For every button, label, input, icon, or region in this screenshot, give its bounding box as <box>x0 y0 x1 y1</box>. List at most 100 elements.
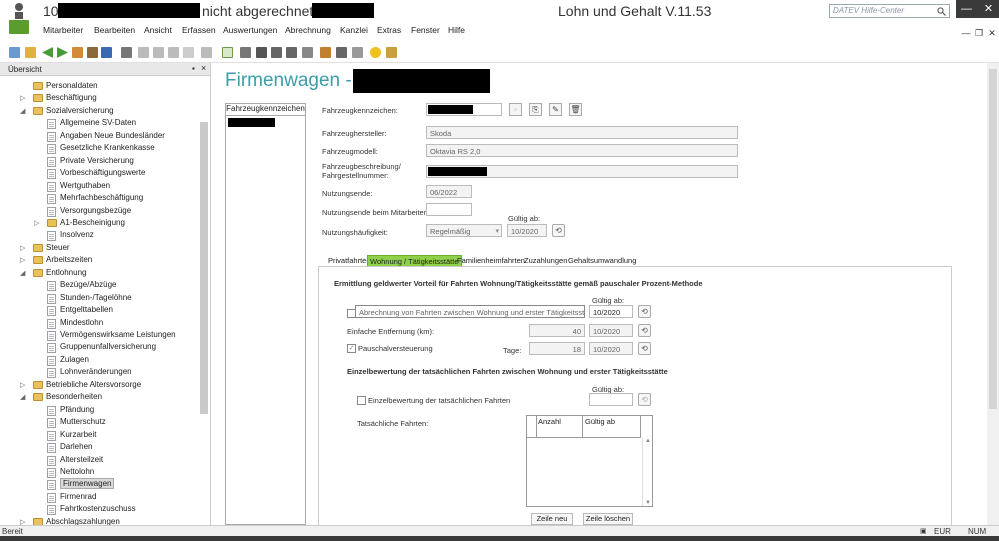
sidebar-item[interactable]: Pfändung <box>0 404 198 416</box>
sidebar-item[interactable]: Lohnveränderungen <box>0 366 198 378</box>
menu-extras[interactable]: Extras <box>377 25 401 35</box>
report-icon[interactable] <box>336 47 347 58</box>
sidebar-scrollbar[interactable] <box>200 122 208 414</box>
sidebar-item[interactable]: Bezüge/Abzüge <box>0 279 198 291</box>
collapse-icon[interactable]: ◢ <box>20 269 25 277</box>
sidebar-item[interactable]: ◢ Sozialversicherung <box>0 105 198 117</box>
redacted-list-item[interactable] <box>228 118 275 127</box>
menu-hilfe[interactable]: Hilfe <box>448 25 465 35</box>
abrechnung-label[interactable]: Abrechnung von Fahrten zwischen Wohnung … <box>355 305 585 318</box>
sidebar-item[interactable]: Kurzarbeit <box>0 429 198 441</box>
haeufigkeit-select[interactable]: Regelmäßig ▾ <box>426 224 502 237</box>
sidebar-item[interactable]: ▷ Arbeitszeiten <box>0 254 198 266</box>
sidebar-item[interactable]: ◢ Entlohnung <box>0 267 198 279</box>
einzel-checkbox[interactable] <box>357 396 366 405</box>
grid-header-anzahl[interactable]: Anzahl <box>537 416 583 438</box>
entfernung-date-field[interactable]: 10/2020 <box>589 324 633 337</box>
collapse-icon[interactable]: ◢ <box>20 107 25 115</box>
folder-icon[interactable] <box>87 47 98 58</box>
collapse-icon[interactable]: ◢ <box>20 393 25 401</box>
sidebar-item[interactable]: Mehrfachbeschäftigung <box>0 192 198 204</box>
menu-auswertungen[interactable]: Auswertungen <box>223 25 277 35</box>
history-icon[interactable]: ⟲ <box>638 393 651 406</box>
sidebar-item[interactable]: Personaldaten <box>0 80 198 92</box>
sidebar-item[interactable]: Firmenrad <box>0 491 198 503</box>
sidebar-item[interactable]: Zulagen <box>0 354 198 366</box>
lightbulb-icon[interactable] <box>370 47 381 58</box>
sidebar-item[interactable]: Gruppenunfallversicherung <box>0 341 198 353</box>
zeile-neu-button[interactable]: Zeile neu <box>531 513 573 525</box>
sidebar-item[interactable]: Darlehen <box>0 441 198 453</box>
save-icon[interactable] <box>101 47 112 58</box>
tage-field[interactable]: 18 <box>529 342 585 355</box>
info-icon[interactable] <box>386 47 397 58</box>
sidebar-item[interactable]: Gesetzliche Krankenkasse <box>0 142 198 154</box>
minimize-icon[interactable]: — <box>956 0 977 18</box>
edit-icon[interactable] <box>271 47 282 58</box>
history-icon[interactable]: ⟲ <box>638 305 651 318</box>
vehicle-list[interactable] <box>225 103 306 525</box>
forward-icon[interactable] <box>57 47 68 58</box>
mdi-restore-button[interactable]: ❐ <box>973 27 985 39</box>
nutzungsende-ma-field[interactable] <box>426 203 472 216</box>
history-icon[interactable]: ⟲ <box>552 224 565 237</box>
einzel-date-field[interactable] <box>589 393 633 406</box>
expand-icon[interactable]: ▷ <box>20 94 25 102</box>
menu-fenster[interactable]: Fenster <box>411 25 440 35</box>
sidebar-item[interactable]: ▷ Betriebliche Altersvorsorge <box>0 379 198 391</box>
sidebar-item[interactable]: Versorgungsbezüge <box>0 205 198 217</box>
grid-icon[interactable] <box>302 47 313 58</box>
sidebar-item[interactable]: Insolvenz <box>0 229 198 241</box>
zeile-loeschen-button[interactable]: Zeile löschen <box>583 513 633 525</box>
document-icon[interactable] <box>320 47 331 58</box>
sidebar-item[interactable]: ◢ Besonderheiten <box>0 391 198 403</box>
copy-icon[interactable] <box>168 47 179 58</box>
sidebar-item[interactable]: Altersteilzeit <box>0 454 198 466</box>
fahrten-grid[interactable]: Anzahl Gültig ab ▲ ▼ <box>526 415 653 507</box>
paste-icon[interactable] <box>183 47 194 58</box>
menu-bearbeiten[interactable]: Bearbeiten <box>94 25 135 35</box>
grid-scrollbar[interactable]: ▲ ▼ <box>642 438 652 506</box>
delete-icon[interactable] <box>201 47 212 58</box>
sidebar-item[interactable]: Mutterschutz <box>0 416 198 428</box>
sidebar-item[interactable]: Angaben Neue Bundesländer <box>0 130 198 142</box>
print-icon[interactable] <box>121 47 132 58</box>
delete-vehicle-icon[interactable]: 🗑 <box>569 103 582 116</box>
undo-icon[interactable] <box>138 47 149 58</box>
filter-icon[interactable] <box>256 47 267 58</box>
history-icon[interactable]: ⟲ <box>638 342 651 355</box>
dropdown-arrow-icon[interactable]: ▾ <box>495 227 499 235</box>
menu-kanzlei[interactable]: Kanzlei <box>340 25 368 35</box>
menu-abrechnung[interactable]: Abrechnung <box>285 25 331 35</box>
person-icon[interactable] <box>72 47 83 58</box>
sidebar-item[interactable]: Fahrtkostenzuschuss <box>0 503 198 515</box>
haeufigkeit-gueltig-field[interactable]: 10/2020 <box>507 224 547 237</box>
history-icon[interactable]: ⟲ <box>638 324 651 337</box>
pauschal-checkbox[interactable]: ✓ <box>347 344 356 353</box>
tage-date-field[interactable]: 10/2020 <box>589 342 633 355</box>
menu-ansicht[interactable]: Ansicht <box>144 25 172 35</box>
sidebar-item[interactable]: Allgemeine SV-Daten <box>0 117 198 129</box>
sidebar-item[interactable]: Private Versicherung <box>0 155 198 167</box>
close-panel-icon[interactable]: × <box>201 63 206 73</box>
sidebar-item[interactable]: ▷ Steuer <box>0 242 198 254</box>
new-vehicle-icon[interactable]: ⎘ <box>529 103 542 116</box>
sidebar-item[interactable]: Stunden-/Tagelöhne <box>0 292 198 304</box>
expand-icon[interactable]: ▷ <box>20 244 25 252</box>
search-icon[interactable] <box>937 7 946 16</box>
new-icon[interactable] <box>9 47 20 58</box>
sort-icon[interactable] <box>286 47 297 58</box>
sidebar-item[interactable]: Mindestlohn <box>0 317 198 329</box>
sidebar-item[interactable]: Vermögenswirksame Leistungen <box>0 329 198 341</box>
menu-erfassen[interactable]: Erfassen <box>182 25 216 35</box>
lookup-button[interactable]: ▫ <box>509 103 522 116</box>
mdi-minimize-button[interactable]: — <box>960 27 972 39</box>
cut-icon[interactable] <box>153 47 164 58</box>
expand-icon[interactable]: ▷ <box>20 381 25 389</box>
scroll-up-icon[interactable]: ▲ <box>645 438 651 444</box>
edit-vehicle-icon[interactable]: ✎ <box>549 103 562 116</box>
expand-icon[interactable]: ▷ <box>34 219 39 227</box>
entfernung-field[interactable]: 40 <box>529 324 585 337</box>
expand-icon[interactable]: ▷ <box>20 256 25 264</box>
sidebar-item[interactable]: Entgelttabellen <box>0 304 198 316</box>
